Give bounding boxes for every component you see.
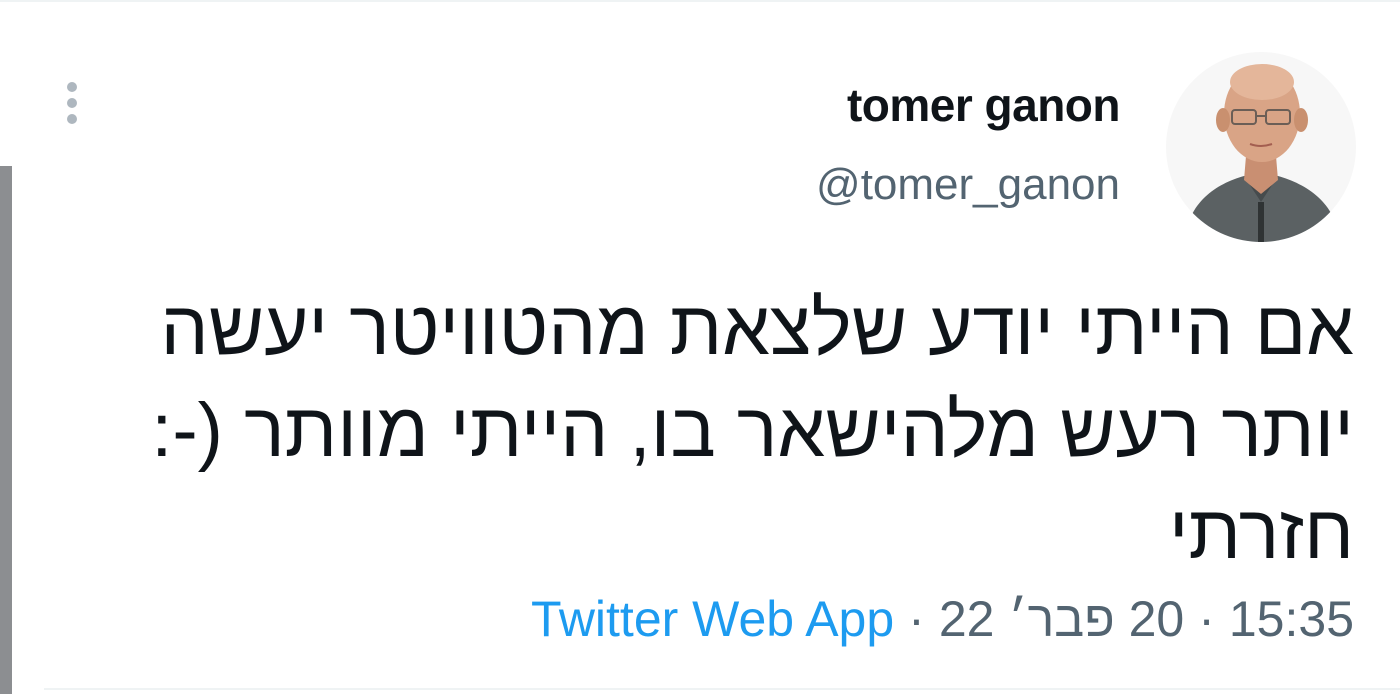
tweet-card: tomer ganon @tomer_ganon אם הייתי יודע ש (0, 0, 1400, 694)
avatar[interactable] (1166, 52, 1356, 242)
author-handle[interactable]: @tomer_ganon (816, 160, 1120, 210)
profile-photo-icon (1166, 52, 1356, 242)
more-options-icon[interactable] (58, 78, 86, 128)
bottom-divider (44, 688, 1400, 690)
tweet-line: אם הייתי יודע שלצאת מהטוויטר יעשה (160, 286, 1354, 371)
tweet-date[interactable]: 20 פבר׳ 22 (939, 591, 1184, 647)
tweet-line: יותר רעש מלהישאר בו, הייתי מוותר (-: (151, 388, 1354, 473)
separator: · (908, 591, 925, 647)
source-link[interactable]: Twitter Web App (531, 591, 894, 647)
separator: · (1198, 591, 1215, 647)
author-display-name[interactable]: tomer ganon (847, 78, 1121, 132)
tweet-time[interactable]: 15:35 (1229, 591, 1354, 647)
scrollbar-track[interactable] (0, 166, 12, 694)
top-divider (0, 0, 1400, 2)
tweet-line: חזרתי (1168, 490, 1354, 575)
tweet-text: אם הייתי יודע שלצאת מהטוויטר יעשה יותר ר… (114, 278, 1354, 584)
tweet-meta: Twitter Web App · 20 פבר׳ 22 · 15:35 (531, 590, 1354, 648)
